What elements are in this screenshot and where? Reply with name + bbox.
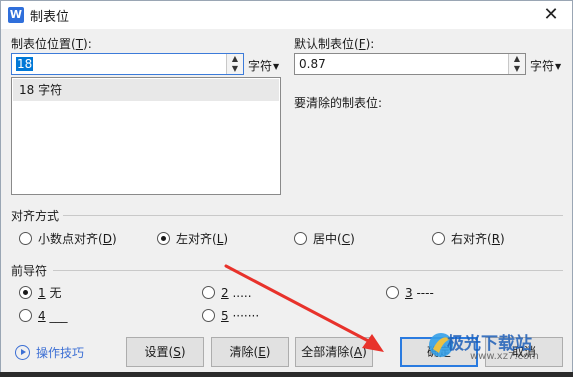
tab-position-unit-text: 字符 xyxy=(248,59,273,73)
leader-none-radio[interactable]: 1 无 xyxy=(19,285,61,301)
radio-label-end: ) xyxy=(350,232,355,246)
default-tab-accesskey: F xyxy=(358,37,366,51)
tab-position-input[interactable]: 18 ▲ ▼ xyxy=(11,53,244,75)
clear-button-accesskey: E xyxy=(258,345,266,359)
align-decimal-radio[interactable]: 小数点对齐(D) xyxy=(19,231,117,247)
radio-label: 右对齐( xyxy=(451,232,492,246)
radio-label: ······· xyxy=(228,309,260,323)
radio-label: 小数点对齐( xyxy=(38,232,103,246)
group-divider xyxy=(63,215,563,216)
leader-underline-radio[interactable]: 4 ___ xyxy=(19,308,67,324)
radio-icon xyxy=(294,232,307,245)
align-center-radio[interactable]: 居中(C) xyxy=(294,231,355,247)
set-button-text: 设置( xyxy=(144,345,174,359)
radio-accesskey: R xyxy=(491,232,501,246)
group-divider xyxy=(53,270,563,271)
clear-tabs-label: 要清除的制表位: xyxy=(294,96,383,110)
tab-position-spinner[interactable]: ▲ ▼ xyxy=(226,54,243,74)
radio-icon xyxy=(19,309,32,322)
radio-icon xyxy=(202,286,215,299)
close-icon[interactable]: ✕ xyxy=(538,3,564,27)
tab-position-unit-dropdown[interactable]: 字符▼ xyxy=(248,57,279,74)
tab-position-accesskey: T xyxy=(75,37,84,51)
radio-accesskey: 2 xyxy=(221,286,229,300)
radio-label: 居中( xyxy=(313,232,342,246)
radio-accesskey: 1 xyxy=(38,286,46,300)
radio-icon xyxy=(202,309,215,322)
clear-button[interactable]: 清除(E) xyxy=(211,337,289,367)
clear-all-button-accesskey: A xyxy=(353,345,363,359)
spin-up-icon[interactable]: ▲ xyxy=(227,54,243,64)
radio-icon xyxy=(386,286,399,299)
set-button-end: ) xyxy=(180,345,186,359)
radio-accesskey: C xyxy=(341,232,351,246)
chevron-down-icon: ▼ xyxy=(555,62,562,71)
default-tab-label: 默认制表位(F): xyxy=(294,35,374,52)
radio-accesskey: 3 xyxy=(405,286,413,300)
tips-link[interactable]: 操作技巧 xyxy=(15,344,84,361)
clear-all-button-end: ) xyxy=(362,345,367,359)
clear-button-end: ) xyxy=(265,345,271,359)
radio-label-end: ) xyxy=(500,232,505,246)
tab-position-selected-text: 18 xyxy=(16,57,34,71)
radio-accesskey: D xyxy=(102,232,112,246)
radio-label: 左对齐( xyxy=(176,232,217,246)
leader-middots-radio[interactable]: 5 ······· xyxy=(202,308,259,324)
clear-all-button[interactable]: 全部清除(A) xyxy=(295,337,373,367)
align-left-radio[interactable]: 左对齐(L) xyxy=(157,231,228,247)
default-tab-unit-text: 字符 xyxy=(530,59,555,73)
default-tab-label-end: ): xyxy=(365,37,375,51)
radio-selected-icon xyxy=(19,286,32,299)
leader-dots-radio[interactable]: 2 ..... xyxy=(202,285,252,301)
default-tab-label-text: 默认制表位( xyxy=(294,37,359,51)
tab-position-label: 制表位位置(T): xyxy=(11,35,92,52)
list-item[interactable]: 18 字符 xyxy=(13,79,279,101)
default-tab-spinner[interactable]: ▲ ▼ xyxy=(508,54,525,74)
spin-down-icon[interactable]: ▼ xyxy=(227,64,243,74)
tab-stops-dialog: W 制表位 ✕ 制表位位置(T): 18 ▲ ▼ 字符▼ 18 字符 默认制表位… xyxy=(0,0,573,377)
play-circle-icon xyxy=(15,345,30,360)
spin-down-icon[interactable]: ▼ xyxy=(509,64,525,74)
watermark-url: www.xz7.com xyxy=(470,351,539,362)
title-bar: W 制表位 ✕ xyxy=(1,1,572,29)
tab-position-label-text: 制表位位置( xyxy=(11,37,76,51)
default-tab-input[interactable]: 0.87 ▲ ▼ xyxy=(294,53,526,75)
wps-writer-icon: W xyxy=(8,7,24,23)
clear-button-text: 清除( xyxy=(229,345,259,359)
tab-position-value: 18 xyxy=(16,57,34,71)
alignment-group-title: 对齐方式 xyxy=(11,209,60,223)
radio-label-end: ) xyxy=(223,232,229,246)
radio-label: 无 xyxy=(45,286,62,300)
leader-dashes-radio[interactable]: 3 ---- xyxy=(386,285,434,301)
radio-icon xyxy=(432,232,445,245)
tab-position-list[interactable]: 18 字符 xyxy=(11,77,281,195)
set-button[interactable]: 设置(S) xyxy=(126,337,204,367)
leader-group-title: 前导符 xyxy=(11,264,48,278)
default-tab-value: 0.87 xyxy=(299,57,326,71)
dialog-title: 制表位 xyxy=(30,10,70,25)
clear-all-button-text: 全部清除( xyxy=(301,345,354,359)
radio-label: ..... xyxy=(228,286,252,300)
radio-label: ___ xyxy=(45,309,68,323)
radio-accesskey: 5 xyxy=(221,309,229,323)
set-button-accesskey: S xyxy=(173,345,181,359)
radio-icon xyxy=(19,232,32,245)
radio-accesskey: 4 xyxy=(38,309,46,323)
radio-label: ---- xyxy=(412,286,434,300)
radio-label-end: ) xyxy=(111,232,117,246)
radio-selected-icon xyxy=(157,232,170,245)
tips-link-text: 操作技巧 xyxy=(36,346,85,360)
align-right-radio[interactable]: 右对齐(R) xyxy=(432,231,505,247)
spin-up-icon[interactable]: ▲ xyxy=(509,54,525,64)
tab-position-label-end: ): xyxy=(83,37,92,51)
default-tab-unit-dropdown[interactable]: 字符▼ xyxy=(530,57,561,74)
chevron-down-icon: ▼ xyxy=(273,62,280,71)
